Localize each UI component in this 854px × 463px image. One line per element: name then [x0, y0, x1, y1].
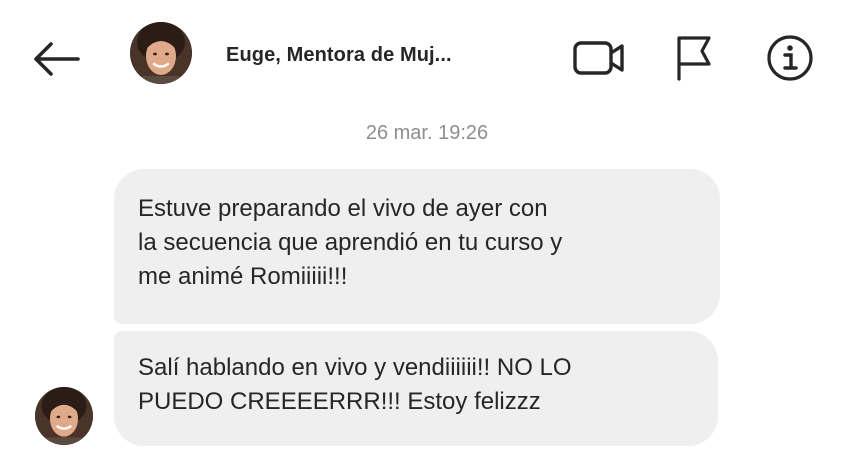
message-bubble[interactable]: Estuve preparando el vivo de ayer con la… — [114, 169, 720, 324]
video-camera-icon — [573, 41, 624, 75]
message-text-line: me animé Romiiiii!!! — [138, 263, 348, 290]
contact-name[interactable]: Euge, Mentora de Muj... — [226, 44, 526, 67]
report-button[interactable] — [670, 32, 718, 84]
message-text-line: PUEDO CREEEERRR!!! Estoy felizzz — [138, 388, 541, 415]
contact-avatar[interactable] — [130, 22, 192, 84]
message-bubble[interactable]: Salí hablando en vivo y vendiiiiii!! NO … — [114, 331, 718, 446]
back-button[interactable] — [28, 35, 84, 83]
message-text-line: la secuencia que aprendió en tu curso y — [138, 229, 563, 256]
message-text-line: Estuve preparando el vivo de ayer con — [138, 195, 548, 222]
chat-header: Euge, Mentora de Muj... — [0, 0, 854, 118]
sender-avatar[interactable] — [35, 387, 93, 445]
info-button[interactable] — [764, 32, 816, 84]
video-call-button[interactable] — [570, 34, 628, 82]
avatar-photo — [130, 22, 192, 84]
message-text-line: Salí hablando en vivo y vendiiiiii!! NO … — [138, 354, 572, 381]
message-timestamp: 26 mar. 19:26 — [365, 122, 489, 144]
flag-icon — [677, 36, 711, 81]
avatar-photo — [35, 387, 93, 445]
info-icon — [767, 35, 813, 81]
arrow-left-icon — [34, 42, 80, 76]
